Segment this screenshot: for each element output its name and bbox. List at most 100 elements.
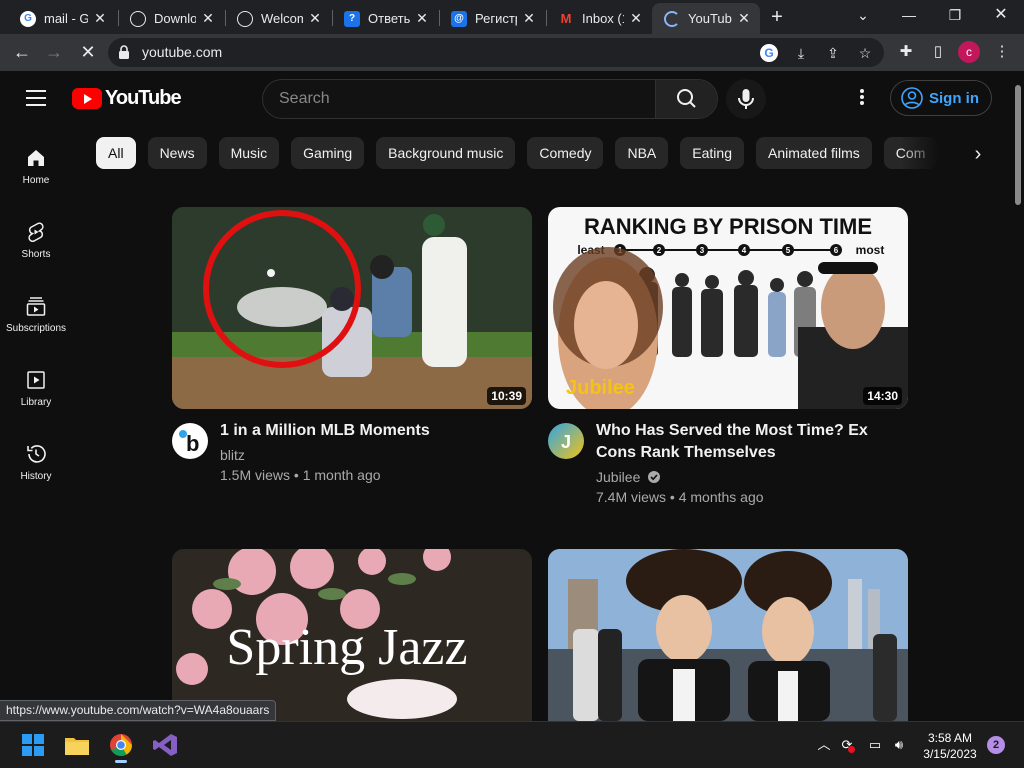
google-g-icon: G [20, 10, 36, 27]
youtube-wordmark: YouTube [105, 87, 182, 109]
close-icon[interactable]: ✕ [736, 10, 752, 27]
youtube-logo[interactable]: YouTube [72, 87, 182, 110]
youtube-play-icon [72, 88, 102, 109]
close-icon[interactable]: ✕ [307, 10, 323, 27]
voice-search-button[interactable] [726, 79, 766, 119]
tab-youtube[interactable]: YouTube ✕ [652, 3, 760, 34]
home-icon [28, 150, 44, 166]
account-icon [901, 87, 923, 109]
shorts-icon [28, 222, 44, 243]
tab-mail[interactable]: G mail - G ✕ [8, 3, 116, 34]
chrome-logo-icon [110, 734, 132, 756]
video-metadata: 1.5M views • 1 month ago [220, 467, 381, 483]
guide-item-subscriptions[interactable]: Subscriptions [0, 287, 72, 351]
chrome-taskbar-icon[interactable] [106, 730, 136, 763]
video-thumbnail[interactable]: 10:39 [172, 207, 532, 409]
chevron-up-icon[interactable]: ︿ [815, 736, 833, 754]
chips-fade [900, 137, 966, 171]
thumb-scale-right: most [856, 243, 885, 257]
chip-background-music[interactable]: Background music [376, 137, 516, 169]
chip-gaming[interactable]: Gaming [291, 137, 365, 169]
network-icon[interactable]: ▭ [866, 736, 884, 754]
tab-welcome[interactable]: Welcom ✕ [225, 3, 331, 34]
tab-label: Welcom [261, 11, 303, 26]
system-clock[interactable]: 3:58 AM 3/15/2023 [918, 730, 982, 762]
channel-name-text: Jubilee [596, 469, 641, 485]
chip-nba[interactable]: NBA [615, 137, 669, 169]
video-title[interactable]: Who Has Served the Most Time? Ex Cons Ra… [596, 420, 896, 464]
new-tab-button[interactable]: + [766, 6, 788, 28]
tab-registration[interactable]: @ Регистр ✕ [439, 3, 545, 34]
channel-name[interactable]: blitz [220, 445, 245, 465]
close-icon[interactable]: ✕ [414, 10, 430, 27]
channel-avatar[interactable]: J [548, 423, 584, 459]
install-app-icon[interactable]: ⤓ [792, 44, 810, 62]
video-thumbnail[interactable] [548, 549, 908, 721]
guide-item-library[interactable]: Library [0, 361, 72, 425]
visual-studio-icon[interactable] [150, 730, 180, 760]
maximize-button[interactable]: ❐ [932, 0, 978, 32]
blitz-logo-icon: b [179, 430, 199, 456]
page-scrollbar[interactable] [1012, 71, 1024, 721]
scrollbar-thumb[interactable] [1015, 85, 1021, 205]
url-text: youtube.com [142, 44, 223, 60]
close-icon[interactable]: ✕ [200, 10, 216, 27]
back-button[interactable]: ← [10, 40, 34, 64]
tab-inbox[interactable]: M Inbox (1 ✕ [546, 3, 652, 34]
guide-item-shorts[interactable]: Shorts [0, 213, 72, 277]
search-input[interactable]: Search [262, 79, 718, 119]
chrome-menu-icon[interactable]: ⋮ [992, 42, 1012, 62]
bookmark-star-icon[interactable]: ☆ [856, 44, 874, 62]
chip-eating[interactable]: Eating [680, 137, 744, 169]
scale-step: 6 [834, 246, 839, 255]
chip-animated-films[interactable]: Animated films [755, 137, 872, 169]
chip-comedy[interactable]: Comedy [527, 137, 604, 169]
channel-avatar[interactable]: b [172, 423, 208, 459]
guide-label: Shorts [21, 249, 51, 260]
tab-download[interactable]: Downlo ✕ [118, 3, 224, 34]
avatar-letter: J [561, 432, 571, 452]
chip-all[interactable]: All [96, 137, 136, 169]
chevron-right-icon[interactable]: › [966, 142, 990, 166]
chip-music[interactable]: Music [218, 137, 280, 169]
windows-start-icon[interactable] [18, 730, 48, 760]
video-thumbnail[interactable]: RANKING BY PRISON TIME least most 1 2 3 … [548, 207, 908, 409]
forward-button[interactable]: → [42, 40, 66, 64]
at-sign-icon: @ [451, 10, 467, 27]
guide-item-home[interactable]: Home [0, 139, 72, 203]
city-portrait-image [548, 549, 908, 721]
google-translate-icon[interactable]: G [760, 44, 778, 62]
close-icon[interactable]: ✕ [92, 10, 108, 27]
video-title[interactable]: 1 in a Million MLB Moments [220, 420, 530, 442]
channel-name[interactable]: Jubilee [596, 467, 661, 487]
close-icon[interactable]: ✕ [628, 10, 644, 27]
volume-icon[interactable]: 🔊︎ [890, 736, 908, 754]
globe-icon [237, 10, 253, 27]
thumb-heading: RANKING BY PRISON TIME [584, 214, 872, 239]
sign-in-label: Sign in [929, 89, 979, 107]
search-button[interactable] [655, 80, 717, 118]
menu-hamburger-icon[interactable] [26, 90, 46, 106]
link-status-bubble: https://www.youtube.com/watch?v=WA4a8oua… [0, 700, 277, 721]
tab-search-button[interactable]: ⌄ [840, 0, 886, 32]
side-panel-icon[interactable]: ▯ [928, 42, 948, 62]
library-icon [27, 371, 45, 389]
guide-item-history[interactable]: History [0, 435, 72, 499]
close-icon[interactable]: ✕ [521, 10, 537, 27]
stop-loading-button[interactable]: ✕ [76, 40, 100, 64]
profile-avatar[interactable]: c [958, 41, 980, 63]
minimize-button[interactable]: — [886, 0, 932, 32]
video-thumbnail[interactable]: Spring Jazz [172, 549, 532, 721]
address-bar[interactable]: youtube.com G ⤓ ⇪ ☆ [108, 38, 884, 67]
tab-label: Регистр [475, 11, 517, 26]
chip-news[interactable]: News [147, 137, 207, 169]
notification-badge[interactable]: 2 [987, 736, 1005, 754]
file-explorer-icon[interactable] [62, 730, 92, 760]
tab-otvety[interactable]: ? Ответы ✕ [332, 3, 438, 34]
clock-time: 3:58 AM [927, 731, 973, 745]
settings-menu-icon[interactable] [850, 87, 874, 111]
close-window-button[interactable]: ✕ [978, 0, 1024, 32]
extensions-puzzle-icon[interactable]: ✚ [896, 42, 916, 62]
sign-in-button[interactable]: Sign in [890, 80, 992, 116]
share-icon[interactable]: ⇪ [824, 44, 842, 62]
